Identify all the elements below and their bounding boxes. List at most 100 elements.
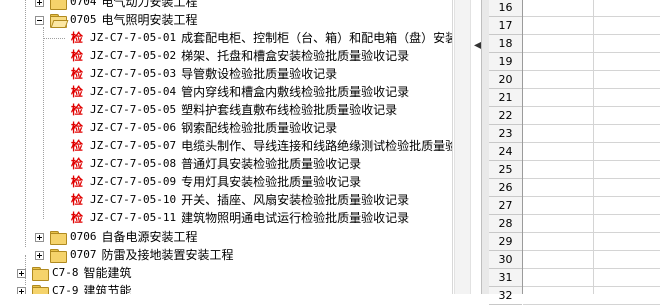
row-number[interactable]: 29 bbox=[489, 233, 522, 251]
tree-node-c7-9[interactable]: C7-9 建筑节能 bbox=[17, 282, 132, 294]
inspection-icon: 检 bbox=[71, 67, 84, 81]
expand-icon[interactable] bbox=[17, 286, 26, 294]
form-code: JZ-C7-7-05-09 bbox=[90, 175, 177, 188]
project-tree: 0704 电气动力安装工程 0705 电气照明安装工程 检 JZ-C7-7-05… bbox=[0, 0, 452, 294]
tree-item-form[interactable]: 检 JZ-C7-7-05-06 钢索配线检验批质量验收记录 bbox=[71, 119, 337, 137]
row-number[interactable]: 25 bbox=[489, 161, 522, 179]
tree-item-form[interactable]: 检 JZ-C7-7-05-01 成套配电柜、控制柜（台、箱）和配电箱（盘）安装检… bbox=[71, 29, 452, 47]
node-code: 0706 bbox=[70, 230, 97, 243]
row-number[interactable]: 30 bbox=[489, 251, 522, 269]
inspection-icon: 检 bbox=[71, 211, 84, 225]
row-number[interactable]: 17 bbox=[489, 17, 522, 35]
node-label: 建筑节能 bbox=[83, 284, 132, 294]
tree-item-form[interactable]: 检 JZ-C7-7-05-11 建筑物照明通电试运行检验批质量验收记录 bbox=[71, 209, 409, 227]
grid-line bbox=[523, 160, 660, 161]
form-label: 管内穿线和槽盒内敷线检验批质量验收记录 bbox=[181, 85, 410, 99]
row-number[interactable]: 31 bbox=[489, 269, 522, 287]
folder-icon bbox=[50, 248, 67, 263]
expand-icon[interactable] bbox=[35, 250, 44, 260]
grid-line bbox=[523, 106, 660, 107]
folder-icon bbox=[32, 284, 49, 294]
grid-line bbox=[523, 142, 660, 143]
collapse-icon[interactable] bbox=[35, 15, 44, 25]
grid-line bbox=[523, 232, 660, 233]
form-label: 开关、插座、风扇安装检验批质量验收记录 bbox=[181, 193, 410, 207]
row-number[interactable]: 32 bbox=[489, 287, 522, 305]
tree-node-0705[interactable]: 0705 电气照明安装工程 bbox=[35, 11, 198, 29]
node-code: 0707 bbox=[70, 248, 97, 261]
tree-item-form[interactable]: 检 JZ-C7-7-05-05 塑料护套线直敷布线检验批质量验收记录 bbox=[71, 101, 397, 119]
row-number[interactable]: 18 bbox=[489, 35, 522, 53]
form-label: 梯架、托盘和槽盒安装检验批质量验收记录 bbox=[181, 49, 410, 63]
expand-icon[interactable] bbox=[17, 268, 26, 278]
form-label: 电缆头制作、导线连接和线路绝缘测试检验批质量验收记录 bbox=[181, 139, 452, 153]
grid-line bbox=[523, 214, 660, 215]
row-number[interactable]: 20 bbox=[489, 71, 522, 89]
row-number[interactable]: 26 bbox=[489, 179, 522, 197]
form-label: 成套配电柜、控制柜（台、箱）和配电箱（盘）安装检验批质量验收记录 bbox=[181, 31, 452, 45]
grid-line bbox=[523, 196, 660, 197]
grid-line bbox=[523, 250, 660, 251]
form-code: JZ-C7-7-05-06 bbox=[90, 121, 177, 134]
form-code: JZ-C7-7-05-05 bbox=[90, 103, 177, 116]
form-label: 导管敷设检验批质量验收记录 bbox=[181, 67, 338, 81]
grid-line bbox=[523, 178, 660, 179]
form-code: JZ-C7-7-05-08 bbox=[90, 157, 177, 170]
folder-icon bbox=[50, 0, 67, 10]
tree-item-form[interactable]: 检 JZ-C7-7-05-09 专用灯具安装检验批质量验收记录 bbox=[71, 173, 361, 191]
tree-item-form[interactable]: 检 JZ-C7-7-05-07 电缆头制作、导线连接和线路绝缘测试检验批质量验收… bbox=[71, 137, 452, 155]
row-number[interactable]: 16 bbox=[489, 0, 522, 17]
form-code: JZ-C7-7-05-07 bbox=[90, 139, 177, 152]
tree-node-c7-8[interactable]: C7-8 智能建筑 bbox=[17, 264, 132, 282]
form-code: JZ-C7-7-05-10 bbox=[90, 193, 177, 206]
vertical-scrollbar[interactable] bbox=[454, 0, 471, 294]
tree-item-form[interactable]: 检 JZ-C7-7-05-04 管内穿线和槽盒内敷线检验批质量验收记录 bbox=[71, 83, 409, 101]
tree-node-0707[interactable]: 0707 防雷及接地装置安装工程 bbox=[35, 246, 234, 264]
form-label: 建筑物照明通电试运行检验批质量验收记录 bbox=[181, 211, 410, 225]
grid-column-line bbox=[593, 0, 594, 294]
row-number[interactable]: 19 bbox=[489, 53, 522, 71]
row-number[interactable]: 23 bbox=[489, 125, 522, 143]
row-number[interactable]: 22 bbox=[489, 107, 522, 125]
row-number[interactable]: 27 bbox=[489, 197, 522, 215]
row-number[interactable]: 21 bbox=[489, 89, 522, 107]
form-label: 专用灯具安装检验批质量验收记录 bbox=[181, 175, 362, 189]
node-code: C7-9 bbox=[52, 284, 79, 294]
inspection-icon: 检 bbox=[71, 139, 84, 153]
node-code: 0705 bbox=[70, 13, 97, 26]
collapse-arrow-icon[interactable]: ◀ bbox=[474, 40, 482, 52]
inspection-icon: 检 bbox=[71, 103, 84, 117]
inspection-icon: 检 bbox=[71, 157, 84, 171]
row-number[interactable]: 24 bbox=[489, 143, 522, 161]
form-label: 塑料护套线直敷布线检验批质量验收记录 bbox=[181, 103, 398, 117]
node-label: 自备电源安装工程 bbox=[101, 230, 198, 244]
inspection-icon: 检 bbox=[71, 31, 84, 45]
tree-node-0704[interactable]: 0704 电气动力安装工程 bbox=[35, 0, 198, 11]
inspection-icon: 检 bbox=[71, 121, 84, 135]
tree-item-form[interactable]: 检 JZ-C7-7-05-08 普通灯具安装检验批质量验收记录 bbox=[71, 155, 361, 173]
expand-icon[interactable] bbox=[35, 0, 44, 7]
node-label: 防雷及接地装置安装工程 bbox=[101, 248, 234, 262]
form-code: JZ-C7-7-05-01 bbox=[90, 31, 177, 44]
tree-item-form[interactable]: 检 JZ-C7-7-05-02 梯架、托盘和槽盒安装检验批质量验收记录 bbox=[71, 47, 409, 65]
tree-node-0706[interactable]: 0706 自备电源安装工程 bbox=[35, 228, 198, 246]
node-label: 智能建筑 bbox=[83, 266, 132, 280]
tree-item-form[interactable]: 检 JZ-C7-7-05-03 导管敷设检验批质量验收记录 bbox=[71, 65, 337, 83]
node-label: 电气照明安装工程 bbox=[101, 13, 198, 27]
inspection-icon: 检 bbox=[71, 85, 84, 99]
row-header-column: 16 17 18 19 20 21 22 23 24 25 26 27 28 29 30 31 32 bbox=[489, 0, 523, 305]
folder-icon bbox=[32, 266, 49, 281]
form-code: JZ-C7-7-05-02 bbox=[90, 49, 177, 62]
row-number[interactable]: 28 bbox=[489, 215, 522, 233]
form-label: 钢索配线检验批质量验收记录 bbox=[181, 121, 338, 135]
node-code: 0704 bbox=[70, 0, 97, 8]
node-code: C7-8 bbox=[52, 266, 79, 279]
form-code: JZ-C7-7-05-03 bbox=[90, 67, 177, 80]
spreadsheet-grid[interactable] bbox=[523, 0, 660, 305]
grid-line bbox=[523, 52, 660, 53]
node-label: 电气动力安装工程 bbox=[101, 0, 198, 9]
expand-icon[interactable] bbox=[35, 232, 44, 242]
grid-line bbox=[523, 70, 660, 71]
grid-line bbox=[523, 268, 660, 269]
tree-item-form[interactable]: 检 JZ-C7-7-05-10 开关、插座、风扇安装检验批质量验收记录 bbox=[71, 191, 409, 209]
